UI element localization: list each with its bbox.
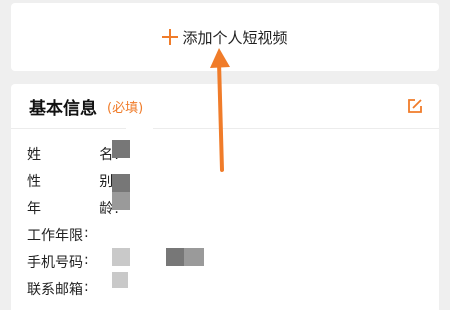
required-tag: (必填) <box>107 100 144 116</box>
field-label: 手机号码: <box>27 251 89 271</box>
privacy-mask <box>112 192 130 210</box>
field-label: 工作年限: <box>27 224 89 244</box>
field-label: 性 别: <box>27 173 119 190</box>
privacy-mask <box>112 140 130 158</box>
privacy-mask <box>112 272 128 288</box>
field-age: 年 龄: <box>27 194 121 221</box>
field-label: 姓 名: <box>27 146 119 163</box>
field-gender: 性 别: <box>27 167 121 194</box>
privacy-mask <box>184 248 204 266</box>
field-email: 联系邮箱: <box>27 275 121 302</box>
privacy-mask <box>112 174 130 192</box>
privacy-mask <box>112 248 130 266</box>
privacy-mask <box>166 248 184 266</box>
plus-icon <box>162 29 179 45</box>
field-work-years: 工作年限: <box>27 221 121 248</box>
field-label: 联系邮箱: <box>27 278 89 298</box>
info-list: 姓 名: 性 别: 年 龄: 工作年限: 手机号码: <box>27 140 121 302</box>
arrow-up-icon <box>210 48 230 172</box>
field-phone: 手机号码: <box>27 248 121 275</box>
field-name: 姓 名: <box>27 140 121 167</box>
edit-icon[interactable] <box>407 98 423 114</box>
field-label: 年 龄: <box>27 200 119 217</box>
privacy-mask <box>126 128 153 303</box>
info-title: 基本信息 <box>29 98 97 119</box>
